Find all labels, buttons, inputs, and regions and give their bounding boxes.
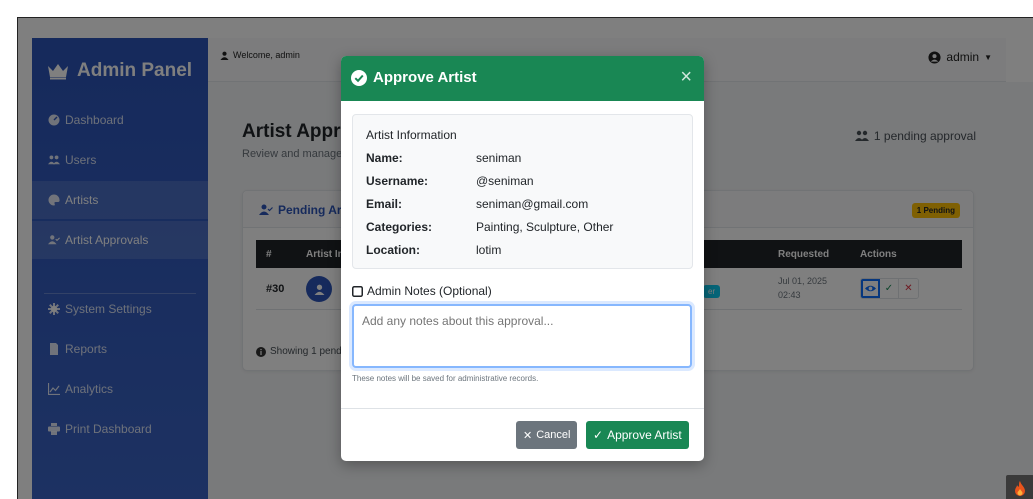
cancel-button-label: Cancel (536, 429, 571, 441)
square-icon (352, 285, 363, 297)
modal-footer: ✕ Cancel ✓ Approve Artist (341, 408, 704, 461)
info-value: Painting, Sculpture, Other (476, 220, 614, 234)
info-value: seniman@gmail.com (476, 197, 589, 211)
admin-notes-textarea[interactable] (352, 304, 692, 368)
approve-artist-modal: Approve Artist × Artist Information Name… (341, 56, 704, 461)
info-row-email: Email: seniman@gmail.com (366, 197, 588, 211)
info-key: Username: (366, 174, 429, 188)
info-row-username: Username: @seniman (366, 174, 534, 188)
check-circle-icon (351, 69, 367, 86)
info-row-location: Location: lotim (366, 243, 501, 257)
approve-artist-button[interactable]: ✓ Approve Artist (586, 421, 689, 449)
info-key: Categories: (366, 220, 433, 234)
info-key: Location: (366, 243, 420, 257)
info-value: @seniman (476, 174, 534, 188)
info-value: seniman (476, 151, 522, 165)
admin-notes-label-text: Admin Notes (Optional) (367, 284, 492, 298)
check-icon: ✓ (593, 428, 604, 442)
info-row-name: Name: seniman (366, 151, 521, 165)
modal-title-label: Approve Artist (373, 69, 477, 86)
modal-header: Approve Artist × (341, 56, 704, 101)
x-icon: ✕ (523, 429, 533, 442)
info-key: Name: (366, 151, 403, 165)
info-row-categories: Categories: Painting, Sculpture, Other (366, 220, 613, 234)
close-icon[interactable]: × (680, 67, 692, 87)
modal-title: Approve Artist (351, 69, 477, 86)
floating-action-button[interactable] (1006, 475, 1033, 499)
admin-notes-help: These notes will be saved for administra… (352, 374, 539, 383)
fire-icon (1015, 481, 1025, 496)
admin-notes-label: Admin Notes (Optional) (352, 284, 492, 298)
artist-info-title: Artist Information (366, 128, 457, 142)
info-key: Email: (366, 197, 403, 211)
artist-info-box: Artist Information Name: seniman Username… (352, 114, 693, 269)
cancel-button[interactable]: ✕ Cancel (516, 421, 578, 449)
info-value: lotim (476, 243, 502, 257)
approve-button-label: Approve Artist (607, 428, 682, 442)
